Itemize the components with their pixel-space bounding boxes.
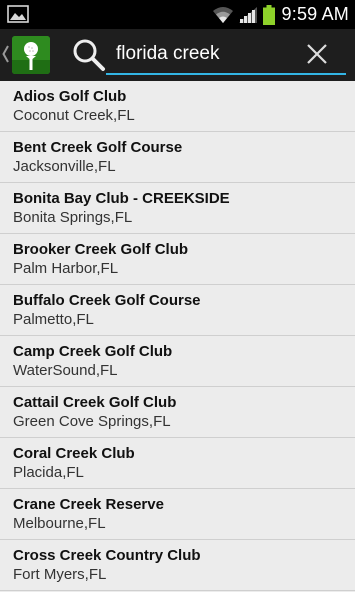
list-item[interactable]: Cross Creek Country Club Fort Myers,FL [0, 540, 355, 591]
list-item[interactable]: Bent Creek Golf Course Jacksonville,FL [0, 132, 355, 183]
course-name: Adios Golf Club [13, 88, 127, 105]
chevron-left-icon[interactable] [2, 44, 10, 69]
course-location: Coconut Creek,FL [13, 107, 135, 124]
course-location: Bonita Springs,FL [13, 209, 133, 226]
course-name: Bent Creek Golf Course [13, 139, 183, 156]
course-name: Camp Creek Golf Club [13, 343, 173, 360]
close-icon[interactable] [306, 43, 328, 70]
course-location: WaterSound,FL [13, 362, 118, 379]
list-item[interactable]: Brooker Creek Golf Club Palm Harbor,FL [0, 234, 355, 285]
course-location: Palmetto,FL [13, 311, 94, 328]
course-name: Brooker Creek Golf Club [13, 241, 189, 258]
wifi-icon [212, 6, 234, 24]
list-item[interactable]: Buffalo Creek Golf Course Palmetto,FL [0, 285, 355, 336]
course-location: Green Cove Springs,FL [13, 413, 171, 430]
course-location: Jacksonville,FL [13, 158, 116, 175]
status-time: 9:59 AM [281, 4, 349, 24]
list-item[interactable]: Coral Creek Club Placida,FL [0, 438, 355, 489]
course-name: Cattail Creek Golf Club [13, 394, 177, 411]
course-location: Fort Myers,FL [13, 566, 107, 583]
list-item[interactable]: Cattail Creek Golf Club Green Cove Sprin… [0, 387, 355, 438]
status-bar: 9:59 AM [0, 0, 355, 29]
search-icon[interactable] [72, 38, 106, 77]
list-item[interactable]: Bonita Bay Club - CREEKSIDE Bonita Sprin… [0, 183, 355, 234]
search-input[interactable] [116, 41, 296, 67]
course-name: Buffalo Creek Golf Course [13, 292, 201, 309]
course-location: Placida,FL [13, 464, 84, 481]
battery-icon [262, 4, 275, 25]
list-item[interactable]: Camp Creek Golf Club WaterSound,FL [0, 336, 355, 387]
course-location: Melbourne,FL [13, 515, 106, 532]
course-name: Bonita Bay Club - CREEKSIDE [13, 190, 230, 207]
signal-icon [238, 6, 258, 24]
results-list: Adios Golf Club Coconut Creek,FL Bent Cr… [0, 81, 355, 591]
golf-ball-on-tee-icon[interactable] [12, 36, 50, 74]
course-name: Crane Creek Reserve [13, 496, 164, 513]
course-name: Cross Creek Country Club [13, 547, 201, 564]
gallery-icon [7, 5, 29, 28]
course-name: Coral Creek Club [13, 445, 135, 462]
list-item[interactable]: Crane Creek Reserve Melbourne,FL [0, 489, 355, 540]
list-item[interactable]: Adios Golf Club Coconut Creek,FL [0, 81, 355, 132]
course-location: Palm Harbor,FL [13, 260, 119, 277]
search-action-bar [0, 29, 355, 81]
